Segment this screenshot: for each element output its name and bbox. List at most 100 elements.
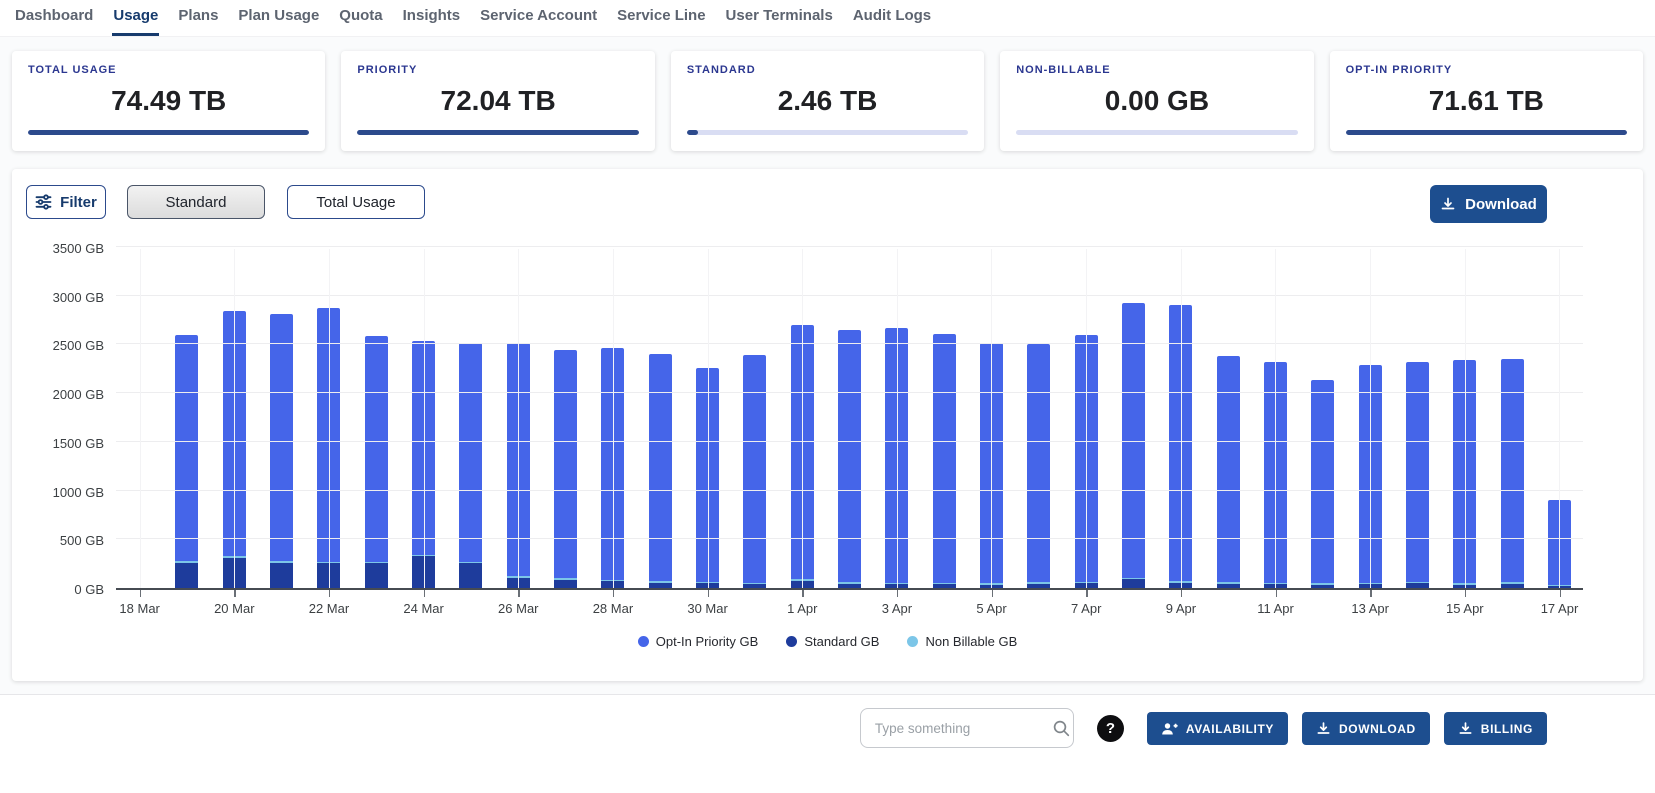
- x-axis-tick: [234, 590, 236, 597]
- bar-segment-opt-in-priority: [649, 354, 672, 581]
- stacked-bar-31-mar[interactable]: [743, 355, 766, 588]
- x-axis-label: 9 Apr: [1166, 601, 1196, 616]
- x-axis-tick: [1560, 590, 1562, 597]
- gridline: [116, 246, 1583, 247]
- x-axis-label: 15 Apr: [1446, 601, 1484, 616]
- chart-download-button[interactable]: Download: [1430, 185, 1547, 223]
- download-button[interactable]: DOWNLOAD: [1302, 712, 1430, 745]
- bar-segment-opt-in-priority: [365, 336, 388, 562]
- x-axis-slot: [163, 590, 210, 626]
- bar-slot: [1110, 249, 1157, 588]
- bar-segment-standard: [933, 584, 956, 588]
- nav-item-plan-usage[interactable]: Plan Usage: [237, 7, 320, 36]
- bar-slot: [1205, 249, 1252, 588]
- x-axis-label: 5 Apr: [976, 601, 1006, 616]
- nav-item-audit-logs[interactable]: Audit Logs: [852, 7, 932, 36]
- x-axis-tick: [140, 590, 142, 597]
- nav-item-quota[interactable]: Quota: [338, 7, 383, 36]
- search-icon[interactable]: [1052, 719, 1071, 738]
- x-axis-slot: [1110, 590, 1157, 626]
- vertical-gridline: [1370, 249, 1371, 588]
- bar-segment-standard: [1122, 579, 1145, 588]
- nav-item-user-terminals[interactable]: User Terminals: [725, 7, 834, 36]
- bar-segment-standard: [1501, 584, 1524, 588]
- x-axis-tick: [1276, 590, 1278, 597]
- top-nav: Dashboard Usage Plans Plan Usage Quota Insigh…: [0, 0, 1655, 37]
- footer-bar: ? AVAILABILITY DOWNLOAD BILLING: [0, 694, 1655, 793]
- gridline: [116, 343, 1583, 344]
- filter-button[interactable]: Filter: [26, 185, 106, 219]
- card-progress-fill: [1346, 130, 1627, 135]
- card-progress-track: [1016, 130, 1297, 135]
- help-button[interactable]: ?: [1097, 715, 1124, 742]
- bar-slot: [921, 249, 968, 588]
- stacked-bar-4-apr[interactable]: [933, 334, 956, 588]
- stacked-bar-12-apr[interactable]: [1311, 380, 1334, 588]
- x-axis-slot: [258, 590, 305, 626]
- x-axis-label: 28 Mar: [593, 601, 633, 616]
- bar-segment-standard: [1311, 585, 1334, 588]
- nav-item-dashboard[interactable]: Dashboard: [14, 7, 94, 36]
- bar-segment-standard: [175, 563, 198, 588]
- card-value: 0.00 GB: [1016, 85, 1297, 117]
- nav-item-service-line[interactable]: Service Line: [616, 7, 706, 36]
- x-axis-slot: [1394, 590, 1441, 626]
- vertical-gridline: [1465, 249, 1466, 588]
- y-axis-label: 1500 GB: [26, 436, 104, 451]
- search-input[interactable]: [875, 721, 1052, 736]
- view-toggle-total-usage[interactable]: Total Usage: [287, 185, 425, 219]
- stacked-bar-21-mar[interactable]: [270, 314, 293, 588]
- card-progress-track: [687, 130, 968, 135]
- stacked-bar-14-apr[interactable]: [1406, 362, 1429, 589]
- download-icon: [1440, 196, 1456, 212]
- legend-item-standard-gb: Standard GB: [786, 634, 879, 649]
- x-axis-tick: [1465, 590, 1467, 597]
- vertical-gridline: [234, 249, 235, 588]
- bar-slot: [637, 249, 684, 588]
- vertical-gridline: [1559, 249, 1560, 588]
- bar-segment-opt-in-priority: [270, 314, 293, 561]
- card-progress-fill: [28, 130, 309, 135]
- usage-chart-panel: Filter StandardTotal Usage Download 0 GB…: [12, 169, 1643, 681]
- view-toggle-standard[interactable]: Standard: [127, 185, 265, 219]
- stacked-bar-6-apr[interactable]: [1027, 344, 1050, 588]
- x-axis-slot: [731, 590, 778, 626]
- stacked-bar-10-apr[interactable]: [1217, 356, 1240, 588]
- nav-item-usage[interactable]: Usage: [112, 7, 159, 36]
- gridline: [116, 295, 1583, 296]
- x-axis-tick: [802, 590, 804, 597]
- nav-item-insights[interactable]: Insights: [402, 7, 462, 36]
- vertical-gridline: [424, 249, 425, 588]
- stacked-bar-29-mar[interactable]: [649, 354, 672, 588]
- bar-segment-opt-in-priority: [743, 355, 766, 583]
- stacked-bar-2-apr[interactable]: [838, 330, 861, 588]
- legend-dot-icon: [638, 636, 649, 647]
- nav-item-service-account[interactable]: Service Account: [479, 7, 598, 36]
- stacked-bar-27-mar[interactable]: [554, 350, 577, 588]
- gridline: [116, 392, 1583, 393]
- billing-button[interactable]: BILLING: [1444, 712, 1547, 745]
- x-axis-label: 30 Mar: [687, 601, 727, 616]
- bar-slot: [1299, 249, 1346, 588]
- stacked-bar-23-mar[interactable]: [365, 336, 388, 588]
- summary-card-non-billable: NON-BILLABLE0.00 GB: [1000, 51, 1313, 151]
- x-axis-slot: [826, 590, 873, 626]
- x-axis-label: 26 Mar: [498, 601, 538, 616]
- filter-button-label: Filter: [60, 194, 97, 211]
- bar-slot: [1394, 249, 1441, 588]
- vertical-gridline: [1181, 249, 1182, 588]
- availability-button[interactable]: AVAILABILITY: [1147, 712, 1288, 745]
- legend-item-opt-in-priority-gb: Opt-In Priority GB: [638, 634, 759, 649]
- stacked-bar-25-mar[interactable]: [459, 343, 482, 589]
- vertical-gridline: [802, 249, 803, 588]
- nav-item-plans[interactable]: Plans: [177, 7, 219, 36]
- x-axis-slot: 24 Mar: [400, 590, 447, 626]
- x-axis-tick: [992, 590, 994, 597]
- stacked-bar-8-apr[interactable]: [1122, 303, 1145, 588]
- stacked-bar-19-mar[interactable]: [175, 335, 198, 588]
- bar-segment-opt-in-priority: [1027, 344, 1050, 582]
- bar-segment-standard: [554, 580, 577, 588]
- bar-segment-standard: [649, 583, 672, 588]
- x-axis-slot: 11 Apr: [1252, 590, 1299, 626]
- bar-slot: [1489, 249, 1536, 588]
